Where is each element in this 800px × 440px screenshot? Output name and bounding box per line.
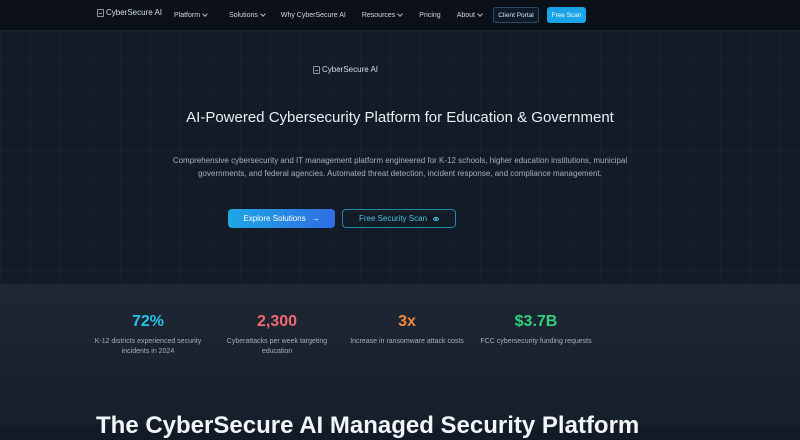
menu-item-label: Solutions: [229, 11, 258, 19]
stat-card: 3x Increase in ransomware attack costs: [347, 312, 467, 347]
menu-item-why[interactable]: Why CyberSecure AI: [281, 12, 346, 19]
eye-icon: [433, 216, 440, 221]
free-security-scan-label: Free Security Scan: [358, 214, 428, 223]
menu-item-label: About: [456, 11, 475, 19]
explore-solutions-button[interactable]: Explore Solutions →: [228, 209, 335, 228]
stat-label: K-12 districts experienced security inci…: [94, 338, 202, 355]
stat-value: 2,300: [256, 313, 298, 330]
stat-card: $3.7B FCC cybersecurity funding requests: [476, 312, 596, 347]
hero-title: AI-Powered Cybersecurity Platform for Ed…: [186, 109, 614, 126]
stat-card: 72% K-12 districts experienced security …: [88, 312, 208, 357]
hero-logo-alt-text: CyberSecure AI: [322, 65, 379, 74]
stats-section: 72% K-12 districts experienced security …: [0, 284, 800, 439]
menu-item-resources[interactable]: Resources: [361, 11, 404, 19]
top-navbar: CyberSecure AI Platform Solutions Why Cy…: [0, 0, 800, 31]
platform-section-heading: The CyberSecure AI Managed Security Plat…: [96, 412, 640, 439]
stat-value: $3.7B: [514, 313, 558, 330]
brand-logo-alt-text: CyberSecure AI: [106, 8, 163, 17]
brand-logo[interactable]: CyberSecure AI: [97, 8, 162, 17]
chevron-down-icon: [397, 11, 404, 17]
stat-label: FCC cybersecurity funding requests: [480, 338, 592, 345]
menu-item-label: Resources: [361, 11, 396, 19]
broken-image-icon: [97, 8, 104, 17]
free-security-scan-button[interactable]: Free Security Scan: [342, 209, 456, 228]
explore-solutions-label: Explore Solutions: [243, 214, 306, 223]
hero-logo: CyberSecure AI: [313, 65, 378, 74]
menu-item-label: Pricing: [419, 11, 441, 19]
main-menu: Platform Solutions Why CyberSecure AI Re…: [174, 0, 483, 30]
hero-subtitle: Comprehensive cybersecurity and IT manag…: [172, 156, 628, 178]
chevron-down-icon: [202, 11, 208, 17]
menu-item-label: Why CyberSecure AI: [280, 11, 346, 19]
stat-card: 2,300 Cyberattacks per week targeting ed…: [217, 312, 337, 357]
broken-image-icon: [313, 65, 320, 74]
arrow-right-icon: →: [311, 214, 320, 223]
stat-value: 72%: [131, 313, 165, 330]
stat-value: 3x: [398, 313, 416, 330]
chevron-down-icon: [260, 11, 266, 17]
chevron-down-icon: [477, 11, 483, 17]
stat-label: Increase in ransomware attack costs: [350, 338, 464, 345]
stat-label: Cyberattacks per week targeting educatio…: [226, 338, 328, 355]
client-portal-button[interactable]: Client Portal: [493, 7, 539, 23]
menu-item-solutions[interactable]: Solutions: [229, 11, 266, 19]
menu-item-platform[interactable]: Platform: [174, 11, 208, 19]
menu-item-label: Platform: [174, 11, 201, 19]
hero-section: CyberSecure AI AI-Powered Cybersecurity …: [0, 31, 800, 284]
free-scan-button[interactable]: Free Scan: [547, 7, 586, 23]
menu-item-about[interactable]: About: [456, 11, 483, 19]
menu-item-pricing[interactable]: Pricing: [419, 12, 440, 19]
